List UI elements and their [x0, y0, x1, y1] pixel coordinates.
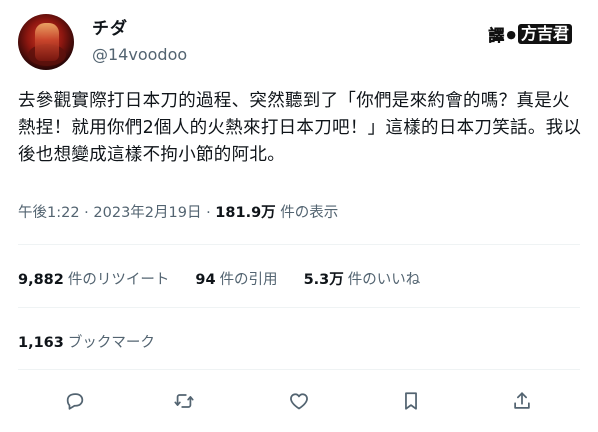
translator-watermark: 譯 ● 方吉君	[488, 22, 572, 46]
avatar-figure	[35, 23, 59, 61]
retweet-button[interactable]	[167, 384, 201, 418]
likes-label: 件のいいね	[347, 272, 421, 288]
tweet-text: 去參觀實際打日本刀的過程、突然聽到了「你們是來約會的嗎？真是火熱捏！就用你們2個…	[18, 91, 582, 165]
engagement-stats: 9,882 件のリツイート 94 件の引用 5.3万 件のいいね	[18, 268, 420, 289]
bookmark-button[interactable]	[394, 384, 428, 418]
heart-icon	[290, 393, 308, 410]
retweet-icon	[174, 394, 194, 408]
user-names: チダ @14voodoo	[92, 18, 187, 66]
likes-stat[interactable]: 5.3万 件のいいね	[304, 268, 421, 289]
reply-icon	[66, 393, 84, 410]
action-bar	[0, 384, 598, 418]
retweets-count: 9,882	[18, 272, 64, 288]
likes-count: 5.3万	[303, 272, 344, 288]
retweets-stat[interactable]: 9,882 件のリツイート	[18, 268, 169, 289]
bookmarks-count: 1,163	[18, 335, 64, 351]
bookmarks-label: ブックマーク	[67, 335, 155, 351]
share-button[interactable]	[505, 384, 539, 418]
quotes-stat[interactable]: 94 件の引用	[195, 268, 277, 289]
watermark-prefix: 譯	[488, 26, 505, 46]
avatar[interactable]	[18, 14, 74, 70]
divider	[18, 369, 580, 370]
bookmark-icon	[405, 392, 417, 410]
meta-separator: ·	[206, 205, 211, 221]
watermark-dot: ●	[506, 27, 516, 41]
views-label: 件の表示	[280, 205, 339, 221]
quotes-label: 件の引用	[219, 272, 278, 288]
tweet-meta: 午後1:22 · 2023年2月19日 · 181.9万 件の表示	[18, 201, 338, 222]
tweet-time[interactable]: 午後1:22	[18, 205, 80, 221]
meta-separator: ·	[84, 205, 89, 221]
divider	[18, 307, 580, 308]
share-icon	[514, 392, 530, 409]
divider	[18, 244, 580, 245]
bookmarks-stat[interactable]: 1,163 ブックマーク	[18, 331, 155, 352]
watermark-name: 方吉君	[517, 24, 572, 44]
quotes-count: 94	[195, 272, 216, 288]
reply-button[interactable]	[58, 384, 92, 418]
retweets-label: 件のリツイート	[67, 272, 170, 288]
user-handle[interactable]: @14voodoo	[92, 44, 187, 66]
tweet-date[interactable]: 2023年2月19日	[93, 205, 201, 221]
display-name[interactable]: チダ	[92, 18, 187, 40]
like-button[interactable]	[282, 384, 316, 418]
views-count: 181.9万	[215, 205, 276, 221]
